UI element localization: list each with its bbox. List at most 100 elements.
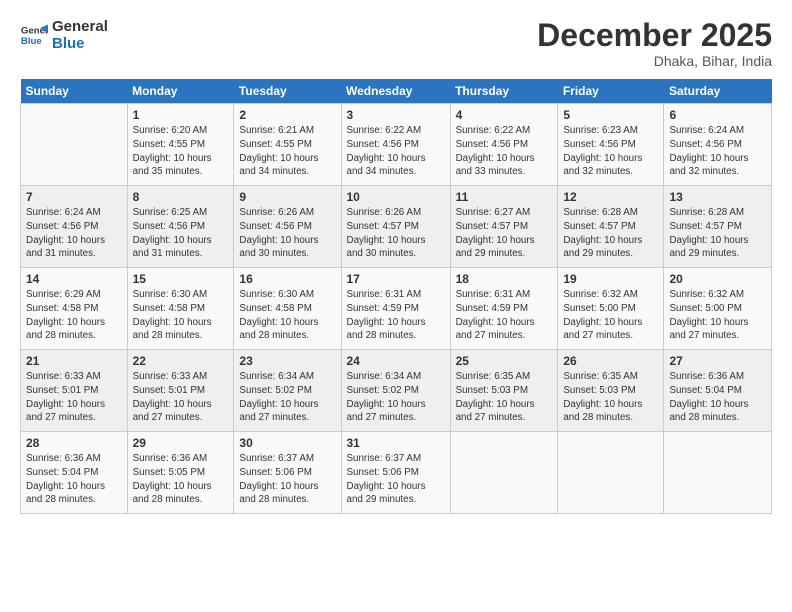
calendar-cell	[21, 104, 128, 186]
calendar-cell: 13 Sunrise: 6:28 AM Sunset: 4:57 PM Dayli…	[664, 186, 772, 268]
col-thursday: Thursday	[450, 79, 558, 104]
day-number: 10	[347, 190, 445, 204]
location-subtitle: Dhaka, Bihar, India	[537, 53, 772, 69]
day-info: Sunrise: 6:22 AM Sunset: 4:56 PM Dayligh…	[347, 124, 445, 179]
week-row-4: 21 Sunrise: 6:33 AM Sunset: 5:01 PM Dayli…	[21, 350, 772, 432]
day-info: Sunrise: 6:21 AM Sunset: 4:55 PM Dayligh…	[239, 124, 335, 179]
calendar-cell: 1 Sunrise: 6:20 AM Sunset: 4:55 PM Daylig…	[127, 104, 234, 186]
calendar-cell: 3 Sunrise: 6:22 AM Sunset: 4:56 PM Daylig…	[341, 104, 450, 186]
day-number: 11	[456, 190, 553, 204]
col-tuesday: Tuesday	[234, 79, 341, 104]
day-info: Sunrise: 6:27 AM Sunset: 4:57 PM Dayligh…	[456, 206, 553, 261]
day-info: Sunrise: 6:24 AM Sunset: 4:56 PM Dayligh…	[669, 124, 766, 179]
calendar-cell: 18 Sunrise: 6:31 AM Sunset: 4:59 PM Dayli…	[450, 268, 558, 350]
day-info: Sunrise: 6:28 AM Sunset: 4:57 PM Dayligh…	[669, 206, 766, 261]
calendar-cell: 9 Sunrise: 6:26 AM Sunset: 4:56 PM Daylig…	[234, 186, 341, 268]
calendar-cell: 17 Sunrise: 6:31 AM Sunset: 4:59 PM Dayli…	[341, 268, 450, 350]
calendar-cell: 6 Sunrise: 6:24 AM Sunset: 4:56 PM Daylig…	[664, 104, 772, 186]
day-info: Sunrise: 6:24 AM Sunset: 4:56 PM Dayligh…	[26, 206, 122, 261]
day-number: 22	[133, 354, 229, 368]
day-info: Sunrise: 6:35 AM Sunset: 5:03 PM Dayligh…	[456, 370, 553, 425]
day-info: Sunrise: 6:26 AM Sunset: 4:57 PM Dayligh…	[347, 206, 445, 261]
header: General Blue General Blue December 2025 …	[20, 18, 772, 69]
calendar-cell: 14 Sunrise: 6:29 AM Sunset: 4:58 PM Dayli…	[21, 268, 128, 350]
week-row-2: 7 Sunrise: 6:24 AM Sunset: 4:56 PM Daylig…	[21, 186, 772, 268]
calendar-cell: 8Sunrise: 6:25 AM Sunset: 4:56 PM Daylig…	[127, 186, 234, 268]
day-info: Sunrise: 6:26 AM Sunset: 4:56 PM Dayligh…	[239, 206, 335, 261]
logo: General Blue General Blue	[20, 18, 108, 53]
day-info: Sunrise: 6:25 AM Sunset: 4:56 PM Dayligh…	[133, 206, 229, 261]
day-number: 28	[26, 436, 122, 450]
calendar-cell: 20Sunrise: 6:32 AM Sunset: 5:00 PM Dayli…	[664, 268, 772, 350]
day-number: 27	[669, 354, 766, 368]
calendar-cell: 29Sunrise: 6:36 AM Sunset: 5:05 PM Dayli…	[127, 432, 234, 514]
calendar-cell: 25 Sunrise: 6:35 AM Sunset: 5:03 PM Dayli…	[450, 350, 558, 432]
day-number: 16	[239, 272, 335, 286]
logo-general: General	[52, 18, 108, 35]
day-number: 18	[456, 272, 553, 286]
calendar-cell: 15 Sunrise: 6:30 AM Sunset: 4:58 PM Dayli…	[127, 268, 234, 350]
day-info: Sunrise: 6:30 AM Sunset: 4:58 PM Dayligh…	[239, 288, 335, 343]
calendar-table: Sunday Monday Tuesday Wednesday Thursday…	[20, 79, 772, 514]
col-monday: Monday	[127, 79, 234, 104]
day-number: 17	[347, 272, 445, 286]
col-friday: Friday	[558, 79, 664, 104]
day-number: 19	[563, 272, 658, 286]
day-number: 15	[133, 272, 229, 286]
col-wednesday: Wednesday	[341, 79, 450, 104]
day-info: Sunrise: 6:37 AM Sunset: 5:06 PM Dayligh…	[347, 452, 445, 507]
day-info: Sunrise: 6:36 AM Sunset: 5:05 PM Dayligh…	[133, 452, 229, 507]
day-info: Sunrise: 6:29 AM Sunset: 4:58 PM Dayligh…	[26, 288, 122, 343]
day-number: 21	[26, 354, 122, 368]
day-info: Sunrise: 6:37 AM Sunset: 5:06 PM Dayligh…	[239, 452, 335, 507]
day-number: 7	[26, 190, 122, 204]
day-number: 26	[563, 354, 658, 368]
calendar-cell	[450, 432, 558, 514]
day-number: 1	[133, 108, 229, 122]
day-number: 5	[563, 108, 658, 122]
svg-text:Blue: Blue	[21, 36, 42, 47]
day-number: 4	[456, 108, 553, 122]
day-number: 31	[347, 436, 445, 450]
week-row-3: 14 Sunrise: 6:29 AM Sunset: 4:58 PM Dayli…	[21, 268, 772, 350]
calendar-cell	[558, 432, 664, 514]
month-title: December 2025	[537, 18, 772, 53]
day-number: 14	[26, 272, 122, 286]
day-number: 23	[239, 354, 335, 368]
calendar-cell: 28 Sunrise: 6:36 AM Sunset: 5:04 PM Dayli…	[21, 432, 128, 514]
day-info: Sunrise: 6:31 AM Sunset: 4:59 PM Dayligh…	[347, 288, 445, 343]
day-info: Sunrise: 6:31 AM Sunset: 4:59 PM Dayligh…	[456, 288, 553, 343]
logo-icon: General Blue	[20, 21, 48, 49]
calendar-cell: 11 Sunrise: 6:27 AM Sunset: 4:57 PM Dayli…	[450, 186, 558, 268]
calendar-cell: 2Sunrise: 6:21 AM Sunset: 4:55 PM Daylig…	[234, 104, 341, 186]
calendar-cell: 10 Sunrise: 6:26 AM Sunset: 4:57 PM Dayli…	[341, 186, 450, 268]
day-number: 20	[669, 272, 766, 286]
day-info: Sunrise: 6:28 AM Sunset: 4:57 PM Dayligh…	[563, 206, 658, 261]
calendar-cell: 5 Sunrise: 6:23 AM Sunset: 4:56 PM Daylig…	[558, 104, 664, 186]
day-info: Sunrise: 6:23 AM Sunset: 4:56 PM Dayligh…	[563, 124, 658, 179]
day-number: 12	[563, 190, 658, 204]
day-info: Sunrise: 6:32 AM Sunset: 5:00 PM Dayligh…	[563, 288, 658, 343]
day-info: Sunrise: 6:36 AM Sunset: 5:04 PM Dayligh…	[26, 452, 122, 507]
day-info: Sunrise: 6:30 AM Sunset: 4:58 PM Dayligh…	[133, 288, 229, 343]
calendar-cell: 22Sunrise: 6:33 AM Sunset: 5:01 PM Dayli…	[127, 350, 234, 432]
day-number: 6	[669, 108, 766, 122]
day-info: Sunrise: 6:34 AM Sunset: 5:02 PM Dayligh…	[347, 370, 445, 425]
calendar-cell: 4Sunrise: 6:22 AM Sunset: 4:56 PM Daylig…	[450, 104, 558, 186]
col-saturday: Saturday	[664, 79, 772, 104]
title-block: December 2025 Dhaka, Bihar, India	[537, 18, 772, 69]
logo-blue: Blue	[52, 35, 108, 52]
week-row-5: 28 Sunrise: 6:36 AM Sunset: 5:04 PM Dayli…	[21, 432, 772, 514]
day-info: Sunrise: 6:20 AM Sunset: 4:55 PM Dayligh…	[133, 124, 229, 179]
col-sunday: Sunday	[21, 79, 128, 104]
day-info: Sunrise: 6:36 AM Sunset: 5:04 PM Dayligh…	[669, 370, 766, 425]
calendar-cell: 16 Sunrise: 6:30 AM Sunset: 4:58 PM Dayli…	[234, 268, 341, 350]
day-number: 13	[669, 190, 766, 204]
calendar-cell: 23Sunrise: 6:34 AM Sunset: 5:02 PM Dayli…	[234, 350, 341, 432]
day-number: 9	[239, 190, 335, 204]
header-row: Sunday Monday Tuesday Wednesday Thursday…	[21, 79, 772, 104]
day-info: Sunrise: 6:33 AM Sunset: 5:01 PM Dayligh…	[26, 370, 122, 425]
week-row-1: 1 Sunrise: 6:20 AM Sunset: 4:55 PM Daylig…	[21, 104, 772, 186]
day-number: 3	[347, 108, 445, 122]
day-number: 25	[456, 354, 553, 368]
